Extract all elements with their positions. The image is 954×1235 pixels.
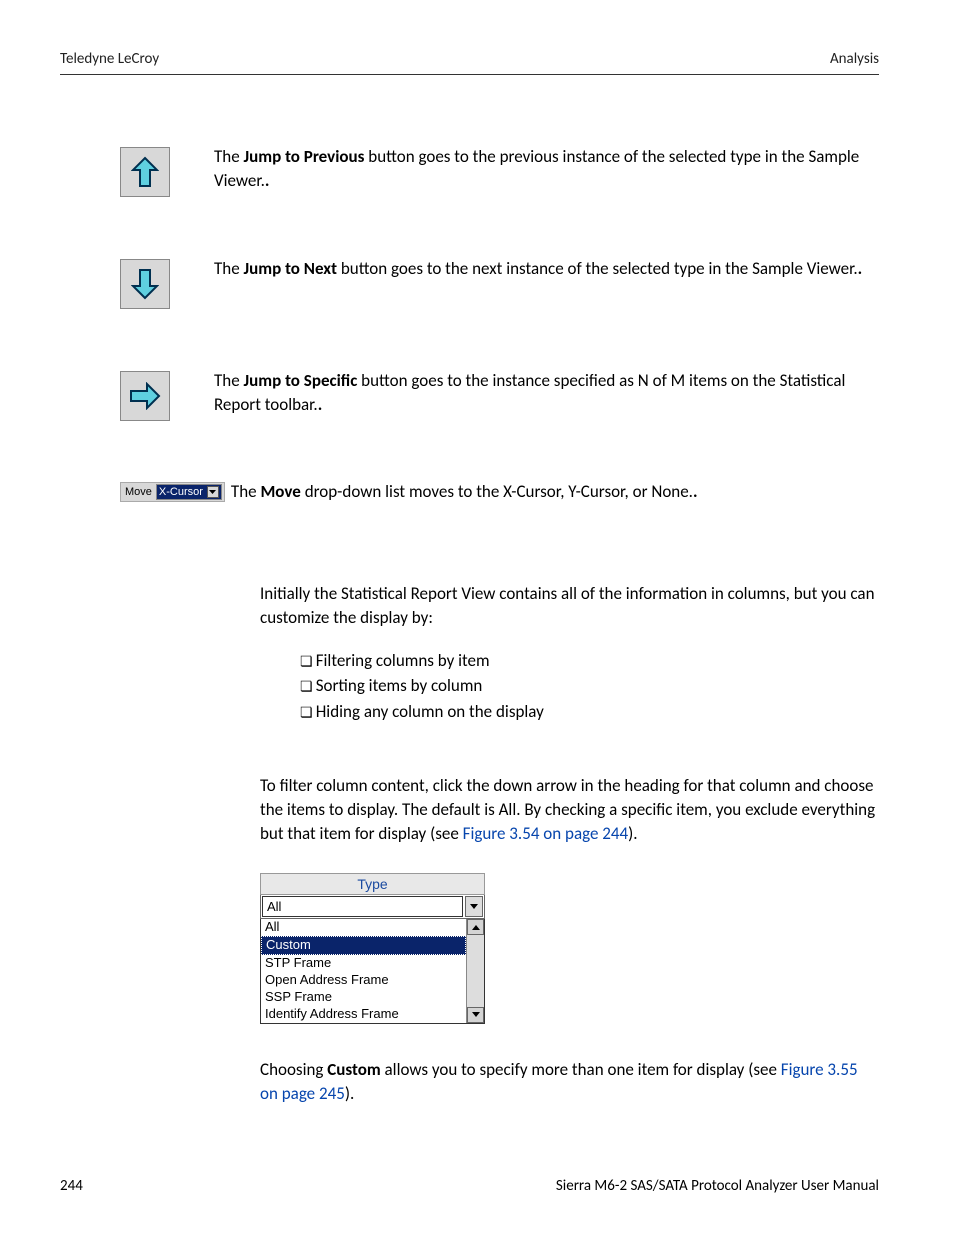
page-number: 244 (60, 1177, 83, 1195)
page-footer: 244 Sierra M6-2 SAS/SATA Protocol Analyz… (60, 1177, 879, 1195)
type-dropdown-figure: Type All All Custom STP Frame Open Addre… (260, 873, 485, 1023)
jump-previous-row: The Jump to Previous button goes to the … (120, 145, 879, 197)
type-dropdown-field[interactable]: All (260, 895, 485, 919)
scrollbar[interactable] (466, 919, 484, 1022)
jump-previous-text: The Jump to Previous button goes to the … (214, 145, 879, 193)
list-item: Filtering columns by item (300, 648, 879, 674)
column-header-type[interactable]: Type (260, 873, 485, 895)
move-label: Move (123, 486, 156, 498)
filter-paragraph: To filter column content, click the down… (260, 774, 879, 845)
figure-3-54-link[interactable]: Figure 3.54 on page 244 (463, 823, 628, 844)
scroll-up-icon[interactable] (467, 919, 484, 935)
list-item[interactable]: Identify Address Frame (261, 1006, 466, 1023)
jump-next-row: The Jump to Next button goes to the next… (120, 257, 879, 309)
jump-specific-row: The Jump to Specific button goes to the … (120, 369, 879, 421)
up-arrow-icon (131, 156, 159, 188)
move-description: The Move drop-down list moves to the X-C… (231, 481, 698, 502)
header-left: Teledyne LeCroy (60, 50, 159, 68)
chevron-down-icon[interactable] (207, 486, 219, 498)
page-content: The Jump to Previous button goes to the … (60, 75, 879, 1105)
move-selected-value: X-Cursor (159, 486, 203, 498)
list-item: Hiding any column on the display (300, 699, 879, 725)
list-item[interactable]: Open Address Frame (261, 972, 466, 989)
move-row: Move X-Cursor The Move drop-down list mo… (120, 481, 879, 502)
down-arrow-icon (131, 268, 159, 300)
type-dropdown-items: All Custom STP Frame Open Address Frame … (261, 919, 466, 1022)
customize-bullets: Filtering columns by item Sorting items … (300, 648, 879, 725)
custom-paragraph: Choosing Custom allows you to specify mo… (260, 1058, 879, 1106)
page-header: Teledyne LeCroy Analysis (60, 50, 879, 75)
move-select[interactable]: X-Cursor (156, 484, 222, 500)
manual-title: Sierra M6-2 SAS/SATA Protocol Analyzer U… (556, 1177, 879, 1195)
right-arrow-icon (129, 382, 161, 410)
move-dropdown-widget[interactable]: Move X-Cursor (120, 482, 225, 502)
type-dropdown-value: All (262, 896, 463, 917)
list-item[interactable]: SSP Frame (261, 989, 466, 1006)
jump-specific-button[interactable] (120, 371, 170, 421)
list-item[interactable]: All (261, 919, 466, 936)
jump-next-button[interactable] (120, 259, 170, 309)
intro-paragraph: Initially the Statistical Report View co… (260, 582, 879, 630)
jump-next-text: The Jump to Next button goes to the next… (214, 257, 879, 281)
jump-previous-button[interactable] (120, 147, 170, 197)
chevron-down-icon[interactable] (465, 896, 483, 917)
jump-specific-text: The Jump to Specific button goes to the … (214, 369, 879, 417)
type-dropdown-list: All Custom STP Frame Open Address Frame … (260, 919, 485, 1023)
list-item: Sorting items by column (300, 673, 879, 699)
scroll-down-icon[interactable] (467, 1007, 484, 1023)
list-item[interactable]: STP Frame (261, 955, 466, 972)
header-right: Analysis (830, 50, 879, 68)
list-item[interactable]: Custom (261, 936, 466, 955)
